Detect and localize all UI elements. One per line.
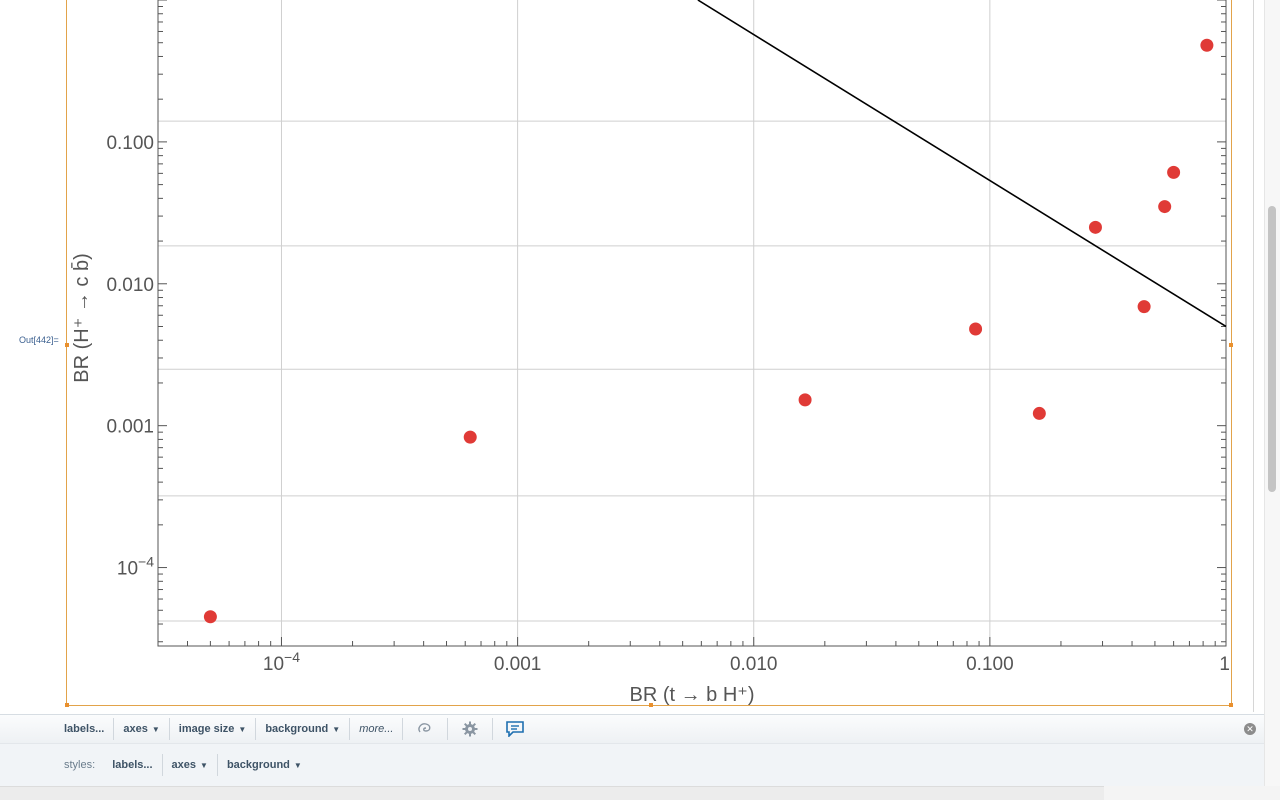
styles-label: styles: bbox=[64, 759, 96, 771]
cell-bracket-line bbox=[1253, 0, 1254, 712]
horizontal-scrollbar-thumb[interactable] bbox=[1104, 786, 1280, 800]
y-tick-label: 0.001 bbox=[106, 417, 154, 438]
data-point bbox=[203, 610, 217, 624]
background-dropdown[interactable]: background ▼ bbox=[256, 718, 351, 740]
lasso-icon[interactable] bbox=[403, 718, 449, 740]
comment-icon[interactable] bbox=[493, 718, 537, 740]
more-button[interactable]: more... bbox=[350, 718, 404, 740]
horizontal-scrollbar[interactable] bbox=[0, 786, 1280, 800]
data-points bbox=[203, 38, 1214, 624]
data-point bbox=[1200, 38, 1214, 52]
image-size-dropdown[interactable]: image size ▼ bbox=[170, 718, 257, 740]
y-tick-label: 0.010 bbox=[106, 275, 154, 296]
tick-labels: 10−4 0.001 0.010 0.100 1 10−4 0.001 0.010 0.100 bbox=[106, 133, 1230, 675]
x-tick-label: 1 bbox=[1219, 654, 1230, 675]
y-tick-label: 0.100 bbox=[106, 133, 154, 154]
gear-icon[interactable] bbox=[448, 718, 494, 740]
data-point bbox=[1158, 200, 1172, 214]
data-point bbox=[1167, 165, 1181, 179]
axes-dropdown[interactable]: axes ▼ bbox=[114, 718, 170, 740]
y-axis-title: BR (H⁺ → c b̄) bbox=[70, 253, 93, 382]
styles-axes-dropdown[interactable]: axes ▼ bbox=[163, 754, 218, 776]
scatter-chart[interactable]: 10−4 0.001 0.010 0.100 110−40.0010.0100.100 … bbox=[0, 0, 1280, 712]
y-tick-label: 10−4 bbox=[117, 554, 154, 580]
grid-lines bbox=[158, 0, 1227, 646]
x-tick-label: 0.001 bbox=[494, 654, 542, 675]
styles-bar: styles: labels... axes ▼ background ▼ bbox=[0, 744, 1264, 786]
data-point bbox=[463, 430, 477, 444]
x-tick-label: 0.010 bbox=[730, 654, 778, 675]
x-tick-label: 10−4 bbox=[263, 649, 300, 675]
data-point bbox=[1137, 300, 1151, 314]
trend-line bbox=[697, 0, 1227, 328]
chevron-down-icon: ▼ bbox=[238, 725, 247, 734]
trend-line-layer bbox=[697, 0, 1227, 328]
plot-area-frame bbox=[157, 0, 1227, 647]
data-point bbox=[798, 393, 812, 407]
chevron-down-icon: ▼ bbox=[151, 725, 160, 734]
scrollbar-thumb[interactable] bbox=[1268, 206, 1276, 492]
chevron-down-icon: ▼ bbox=[332, 725, 341, 734]
data-point bbox=[1088, 220, 1102, 234]
suggestions-toolbar: labels... axes ▼ image size ▼ background ▼ … bbox=[0, 714, 1264, 744]
x-tick-label: 0.100 bbox=[966, 654, 1014, 675]
data-point bbox=[1032, 406, 1046, 420]
styles-background-dropdown[interactable]: background ▼ bbox=[218, 754, 311, 776]
axis-ticks bbox=[157, 0, 1227, 646]
styles-labels-button[interactable]: labels... bbox=[103, 754, 163, 776]
close-icon[interactable]: ✕ bbox=[1244, 723, 1256, 735]
x-axis-title: BR (t → b H⁺) bbox=[629, 684, 754, 706]
labels-button[interactable]: labels... bbox=[55, 718, 115, 740]
chevron-down-icon: ▼ bbox=[200, 761, 208, 770]
data-point bbox=[969, 322, 983, 336]
chevron-down-icon: ▼ bbox=[293, 761, 302, 770]
